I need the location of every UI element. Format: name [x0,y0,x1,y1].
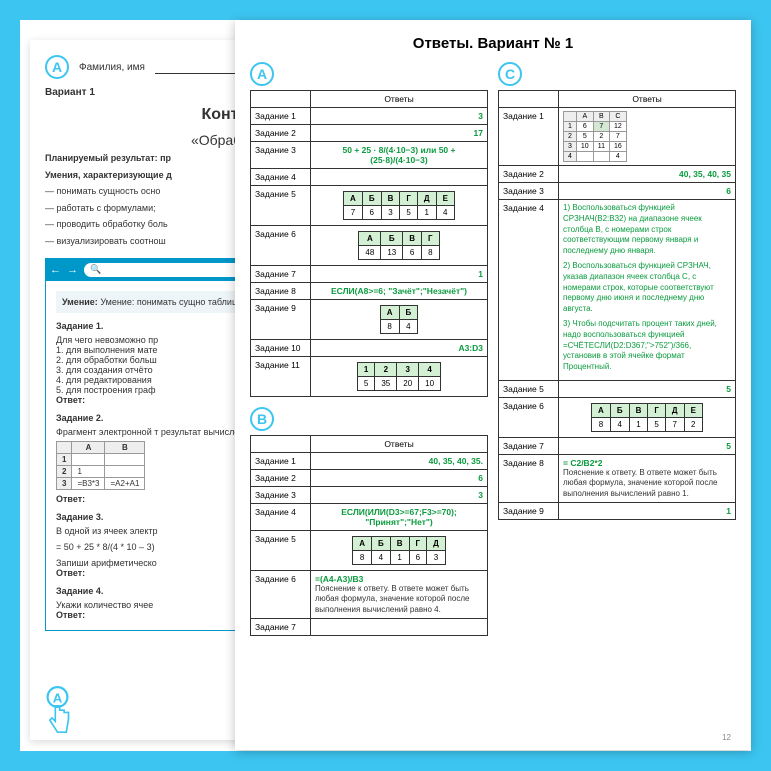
variant-a-icon: A [45,55,69,79]
skills-label: Умения, характеризующие д [45,170,172,180]
skill-text: Умение: понимать сущно таблицах. [100,297,249,307]
answer-label: Ответ: [56,395,85,405]
plan-label: Планируемый результат: пр [45,153,171,163]
answer-label: Ответ: [56,494,85,504]
answers-table-a: ОтветыЗадание 13Задание 217Задание 350 +… [250,90,488,397]
page-number: 12 [722,733,731,742]
forward-arrow-icon[interactable]: → [67,264,78,276]
page-title: Ответы. Вариант № 1 [250,35,736,52]
section-c-icon: C [498,62,522,86]
answer-label: Ответ: [56,610,85,620]
name-label: Фамилия, имя [79,62,145,73]
cell: =B3*3 [72,477,105,489]
answers-table-b: ОтветыЗадание 140, 35, 40, 35.Задание 26… [250,435,488,636]
answer-label: Ответ: [56,568,85,578]
section-b-icon: B [250,407,274,431]
cell: 1 [72,465,105,477]
svg-text:A: A [53,691,63,706]
column-c: C ОтветыЗадание 1ABC167122527310111644За… [498,62,736,636]
answers-page: Ответы. Вариант № 1 A ОтветыЗадание 13За… [235,20,751,750]
answers-table-c: ОтветыЗадание 1ABC167122527310111644Зада… [498,90,736,520]
column-a: A ОтветыЗадание 13Задание 217Задание 350… [250,62,488,636]
pointer-hand-icon: A [35,686,80,741]
spreadsheet-mini: AB 1 21 3=B3*3=A2+A1 [56,441,145,490]
back-arrow-icon[interactable]: ← [50,264,61,276]
cell: =A2+A1 [105,477,145,489]
section-a-icon: A [250,62,274,86]
